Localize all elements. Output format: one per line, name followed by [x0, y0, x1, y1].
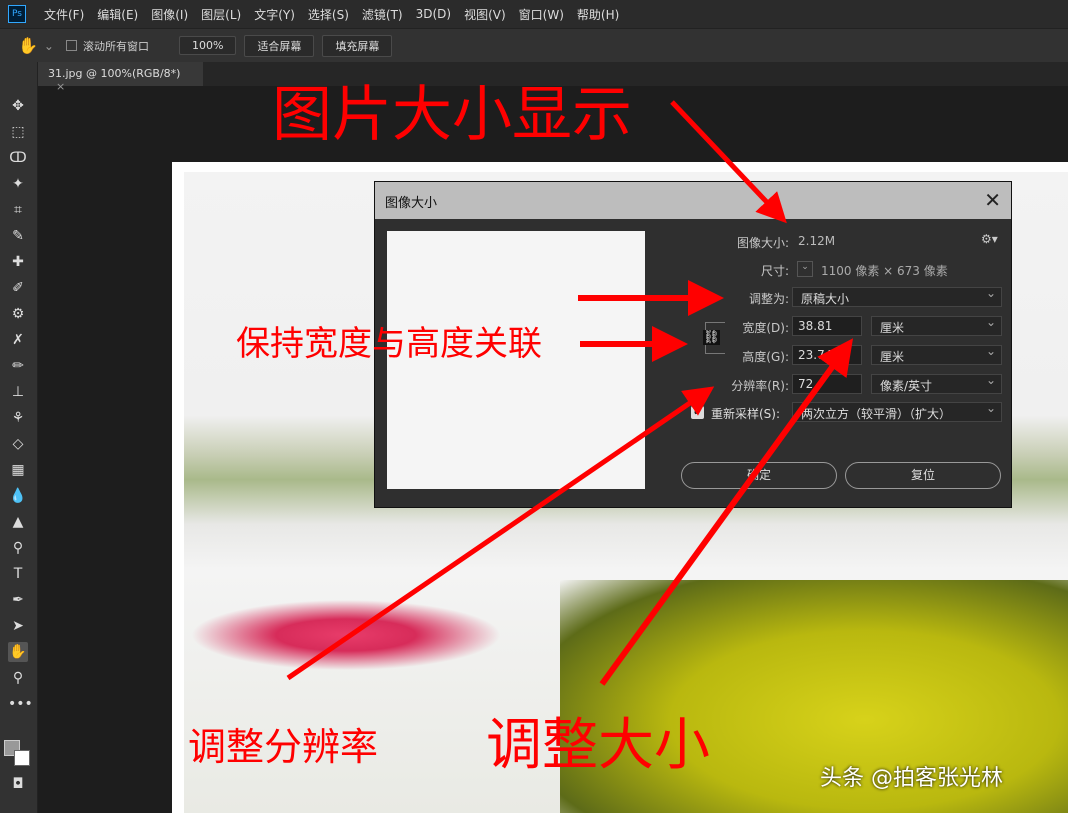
annotation-size-display: 图片大小显示 [272, 66, 632, 153]
watermark: 头条 @拍客张光林 [820, 760, 1003, 792]
arrow-to-resolution [288, 392, 706, 678]
annotation-keep-ratio: 保持宽度与高度关联 [236, 316, 542, 365]
arrow-to-size-fields [602, 348, 846, 684]
arrow-to-image-size [672, 102, 780, 216]
annotation-adjust-resolution: 调整分辨率 [188, 716, 378, 771]
annotation-adjust-size: 调整大小 [486, 700, 710, 781]
